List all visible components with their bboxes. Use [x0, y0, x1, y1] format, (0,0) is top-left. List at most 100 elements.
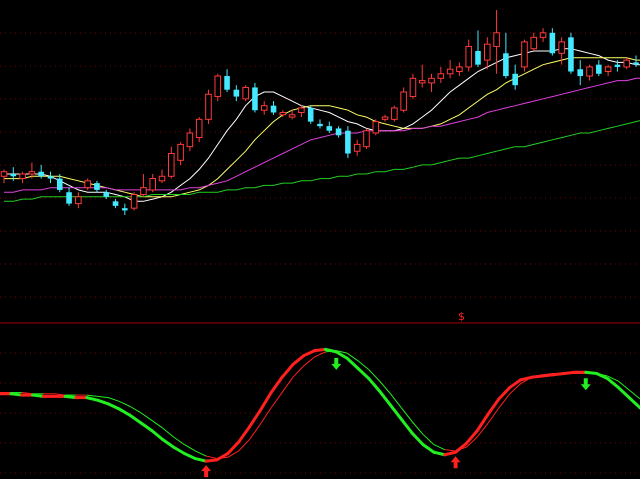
candle [122, 203, 128, 215]
candle-body [400, 91, 407, 111]
candle [512, 64, 518, 90]
oscillator-main-segment [291, 354, 306, 367]
candle [568, 32, 574, 74]
candle-body [558, 41, 565, 54]
candle [224, 69, 230, 92]
oscillator-main-segment [432, 450, 447, 457]
candle [381, 114, 389, 122]
candle-body [521, 41, 528, 68]
candle-body [549, 32, 556, 54]
candle [84, 178, 91, 190]
candlestick-series [0, 10, 639, 215]
oscillator-signal-segment [184, 444, 196, 452]
ma-mid-line [4, 57, 640, 198]
oscillator-signal-segment [411, 421, 424, 435]
candle [633, 55, 639, 67]
candle-body [224, 76, 230, 90]
candle [47, 171, 54, 184]
oscillator-signal-segment [119, 400, 131, 407]
candle-body [317, 123, 323, 127]
candle-body [418, 80, 426, 84]
candle-body [503, 53, 509, 77]
candle-body [195, 118, 203, 139]
candle [446, 60, 454, 79]
candle-body [363, 130, 370, 148]
candle-body [614, 64, 621, 67]
candle [307, 105, 314, 124]
candle [75, 192, 82, 209]
oscillator-signal-segment [108, 397, 120, 402]
candle [205, 89, 212, 124]
candle-body [47, 176, 54, 179]
oscillator-main-segment [421, 443, 436, 454]
oscillator-main-segment [562, 370, 577, 375]
candle [428, 73, 435, 92]
candle [353, 139, 361, 156]
oscillator-main-segment [551, 371, 566, 377]
oscillator-signal-segment [151, 420, 163, 429]
oscillator-main-segment [497, 385, 512, 401]
candle [0, 169, 8, 184]
candle-body [130, 194, 138, 209]
candle-body [446, 68, 454, 75]
oscillator-main-segment [106, 402, 121, 411]
candle-body [623, 59, 630, 68]
oscillator-main-segment [117, 407, 132, 417]
candle [530, 32, 538, 51]
candle-body [0, 171, 8, 177]
candle [391, 105, 398, 122]
candle [418, 64, 426, 88]
candle-body [353, 143, 361, 152]
candle-body [335, 128, 342, 136]
oscillator-main-segment [410, 431, 425, 447]
candle-body [122, 208, 128, 211]
candle-body [177, 143, 184, 161]
oscillator-main-segment [204, 458, 219, 463]
oscillator-main-segment [399, 417, 414, 435]
candle [326, 121, 333, 133]
candle-body [149, 178, 156, 191]
oscillator-main-segment [63, 394, 78, 400]
oscillator-signal-segment [303, 356, 315, 367]
oscillator-main-segment [519, 375, 534, 382]
oscillator-main-segment [443, 450, 458, 457]
candle-body [512, 73, 518, 86]
oscillator-signal-segment [97, 395, 109, 399]
candle-body [437, 73, 445, 79]
candle-body [279, 112, 287, 116]
oscillator-signal-segment [195, 450, 207, 457]
candle [503, 32, 509, 79]
oscillator-main-segment [486, 397, 501, 416]
oscillator-signal-segment [270, 392, 283, 409]
candle [623, 57, 630, 70]
candle-body [270, 105, 277, 113]
oscillator-main-segment [508, 378, 523, 389]
oscillator-main-segment [627, 396, 640, 410]
candle-body [168, 153, 175, 177]
oscillator-main-segment [237, 425, 251, 444]
candle [130, 192, 138, 211]
candle [577, 60, 584, 86]
candle-body [242, 86, 249, 100]
ma-long-line [4, 77, 640, 193]
candle-body [428, 77, 435, 84]
candle-body [233, 89, 240, 97]
candle-body [568, 37, 574, 72]
candle [233, 85, 240, 102]
candle [103, 189, 110, 200]
candle-body [75, 196, 82, 205]
oscillator-signal-segment [129, 406, 142, 414]
candle-body [19, 173, 26, 180]
candle-body [475, 51, 481, 65]
candle-body [38, 171, 44, 177]
candle-body [530, 36, 538, 50]
candle [372, 119, 380, 136]
oscillator-signal-segment [281, 377, 294, 393]
candle [586, 64, 593, 81]
oscillator-main-segment [193, 457, 208, 463]
candle-body [307, 107, 314, 122]
candle-body [604, 66, 612, 72]
oscillator-signal-segment [444, 449, 456, 452]
candle-body [345, 130, 351, 154]
candle [195, 117, 203, 143]
